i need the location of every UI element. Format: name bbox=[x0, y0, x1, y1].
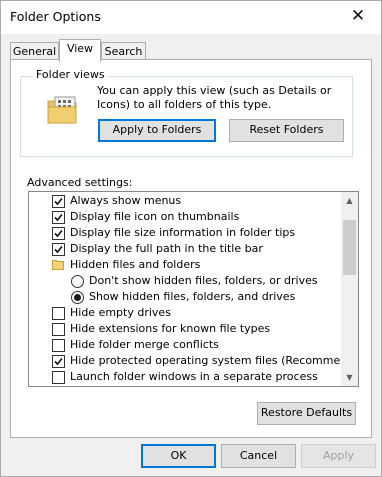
list-item-label: Hidden files and folders bbox=[70, 258, 201, 271]
list-item-label: Display the full path in the title bar bbox=[70, 242, 263, 255]
ok-button[interactable]: OK bbox=[141, 444, 216, 468]
checkbox-unchecked[interactable] bbox=[52, 339, 65, 352]
checkbox-checked[interactable] bbox=[52, 211, 65, 224]
advanced-settings-list[interactable]: Always show menus Display file icon on t… bbox=[28, 191, 359, 387]
folder-views-icon bbox=[46, 93, 80, 127]
list-item-label: Hide folder merge conflicts bbox=[70, 338, 219, 351]
list-item-label: Hide empty drives bbox=[70, 306, 171, 319]
close-button[interactable]: ✕ bbox=[335, 1, 381, 32]
radio-selected[interactable] bbox=[71, 291, 84, 304]
scrollbar-thumb[interactable] bbox=[343, 220, 356, 275]
checkbox-unchecked[interactable] bbox=[52, 323, 65, 336]
folder-views-description: You can apply this view (such as Details… bbox=[97, 84, 332, 111]
tab-view[interactable]: View bbox=[59, 39, 101, 62]
list-item-label: Don't show hidden files, folders, or dri… bbox=[89, 274, 318, 287]
checkbox-checked[interactable] bbox=[52, 227, 65, 240]
radio-unselected[interactable] bbox=[71, 275, 84, 288]
list-item-label: Hide extensions for known file types bbox=[70, 322, 271, 335]
cancel-button[interactable]: Cancel bbox=[221, 444, 296, 468]
scroll-up-arrow-icon[interactable]: ▲ bbox=[341, 192, 358, 209]
list-item-label: Launch folder windows in a separate proc… bbox=[70, 370, 318, 383]
list-item-label: Display file size information in folder … bbox=[70, 226, 296, 239]
folder-views-label: Folder views bbox=[33, 68, 108, 81]
reset-folders-button[interactable]: Reset Folders bbox=[229, 119, 344, 142]
checkbox-checked[interactable] bbox=[52, 355, 65, 368]
title-bar: Folder Options ✕ bbox=[1, 1, 381, 34]
apply-button[interactable]: Apply bbox=[301, 444, 376, 468]
radio-dot bbox=[74, 294, 81, 301]
list-item-label: Display file icon on thumbnails bbox=[70, 210, 240, 223]
apply-to-folders-button[interactable]: Apply to Folders bbox=[98, 119, 216, 142]
list-item-label: Hide protected operating system files (R… bbox=[70, 354, 359, 367]
checkbox-checked[interactable] bbox=[52, 195, 65, 208]
list-item-label: Show hidden files, folders, and drives bbox=[89, 290, 296, 303]
advanced-settings-label: Advanced settings: bbox=[27, 176, 133, 189]
vertical-scrollbar[interactable]: ▲ ▼ bbox=[341, 192, 358, 386]
checkbox-checked[interactable] bbox=[52, 243, 65, 256]
restore-defaults-button[interactable]: Restore Defaults bbox=[257, 402, 356, 425]
checkbox-unchecked[interactable] bbox=[52, 307, 65, 320]
folder-icon bbox=[52, 259, 64, 270]
folder-options-dialog: Folder Options ✕ General View Search Fol… bbox=[0, 0, 382, 477]
window-title: Folder Options bbox=[10, 9, 101, 24]
checkbox-unchecked[interactable] bbox=[52, 371, 65, 384]
scroll-down-arrow-icon[interactable]: ▼ bbox=[341, 369, 358, 386]
list-item-label: Always show menus bbox=[70, 194, 182, 207]
